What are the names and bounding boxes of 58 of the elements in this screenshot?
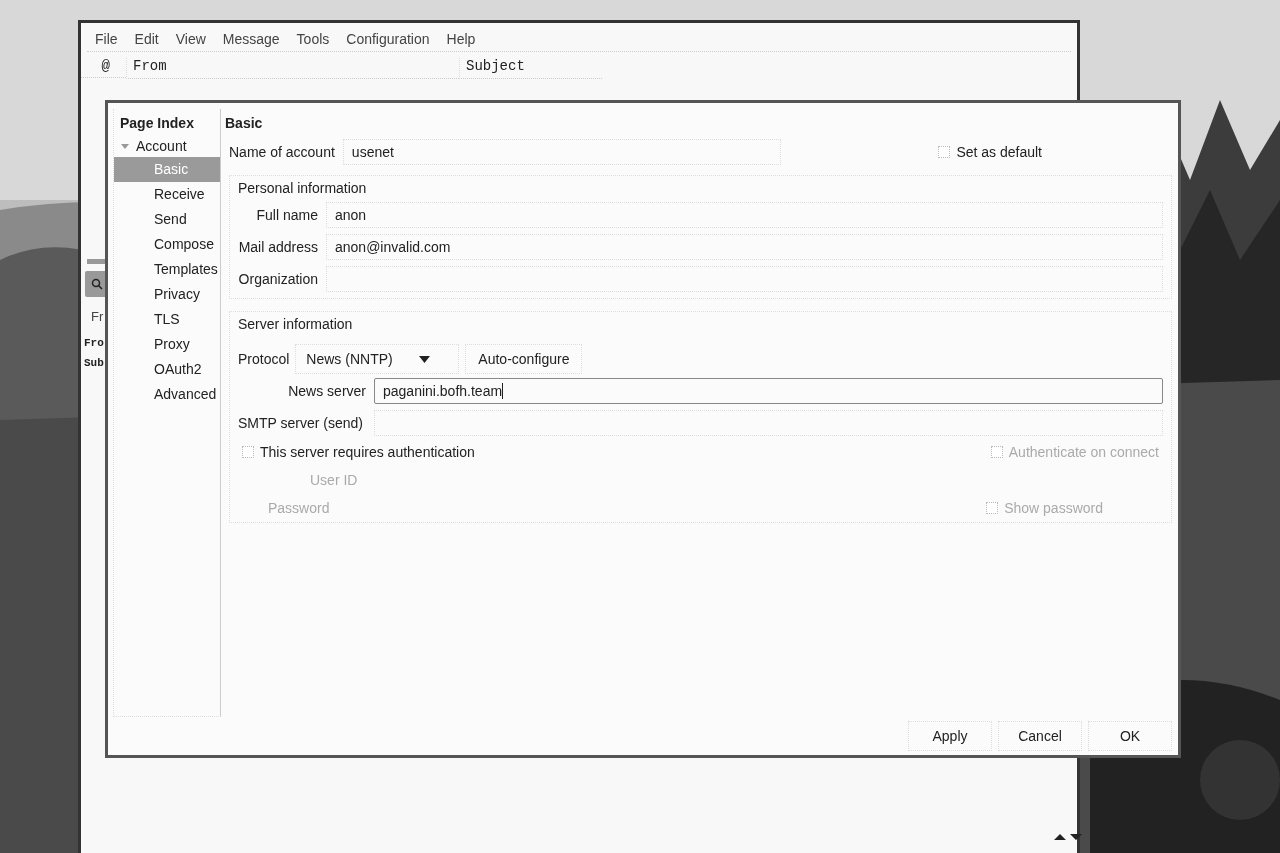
- column-header[interactable]: Subject: [459, 58, 602, 79]
- checkbox[interactable]: [938, 146, 951, 158]
- tree-item[interactable]: Send: [114, 207, 220, 232]
- menu-item[interactable]: Message: [222, 31, 280, 47]
- checkbox-label: Authenticate on connect: [1008, 444, 1159, 460]
- protocol-dropdown[interactable]: News (NNTP): [295, 344, 460, 374]
- dialog-button[interactable]: Apply: [908, 721, 992, 751]
- tree-item[interactable]: Receive: [114, 182, 220, 207]
- header-label: Fro: [84, 336, 104, 351]
- expander-icon[interactable]: [120, 141, 130, 151]
- checkbox-label: Set as default: [956, 144, 1042, 160]
- dialog-button[interactable]: Cancel: [998, 721, 1082, 751]
- tree-item[interactable]: OAuth2: [114, 357, 220, 382]
- column-header[interactable]: From: [126, 58, 459, 79]
- menu-item[interactable]: Configuration: [346, 31, 430, 47]
- field-label: Organization: [238, 271, 318, 287]
- field-label: Mail address: [238, 239, 318, 255]
- field-label: Protocol: [238, 351, 290, 367]
- pane-handle[interactable]: [87, 259, 107, 264]
- menu-item[interactable]: Edit: [134, 31, 159, 47]
- input-field[interactable]: usenet: [342, 139, 781, 165]
- field-label: SMTP server (send): [238, 415, 364, 431]
- input-field[interactable]: anon@invalid.com: [326, 234, 1163, 260]
- group-title: Personal information: [238, 180, 368, 196]
- menu-item[interactable]: Tools: [296, 31, 330, 47]
- menu-item[interactable]: View: [175, 31, 206, 47]
- input-field[interactable]: [374, 410, 1163, 436]
- field-label: Full name: [255, 207, 318, 223]
- checkbox-label: This server requires authentication: [260, 444, 475, 460]
- tree-item[interactable]: TLS: [114, 307, 220, 332]
- menu-item[interactable]: Help: [446, 31, 476, 47]
- dialog-button[interactable]: OK: [1088, 721, 1172, 751]
- field-label: User ID: [310, 472, 358, 488]
- checkbox-label: Show password: [1004, 500, 1103, 516]
- column-header[interactable]: @: [81, 58, 126, 78]
- input-field[interactable]: anon: [326, 202, 1163, 228]
- field-label: News server: [287, 383, 366, 399]
- tree-item[interactable]: Account: [136, 138, 187, 154]
- sidebar-title: Page Index: [119, 114, 195, 133]
- group-title: Server information: [238, 316, 354, 332]
- search-icon: [91, 278, 103, 290]
- tree-item[interactable]: Proxy: [114, 332, 220, 357]
- input-field[interactable]: paganini.bofh.team: [374, 378, 1163, 404]
- caret-icon: [419, 355, 431, 363]
- scroll-arrows-icon[interactable]: [1053, 831, 1083, 841]
- header-label: Sub: [84, 356, 104, 371]
- menu-item[interactable]: File: [95, 31, 118, 47]
- tree-item[interactable]: Templates: [114, 257, 220, 282]
- tree-item[interactable]: Advanced: [114, 382, 220, 407]
- checkbox[interactable]: [242, 446, 254, 458]
- page-heading: Basic: [225, 114, 264, 133]
- field-label: Name of account: [229, 144, 335, 160]
- tree-item[interactable]: Privacy: [114, 282, 220, 307]
- tab[interactable]: Fr: [91, 309, 104, 324]
- tree-item[interactable]: Compose: [114, 232, 220, 257]
- input-field[interactable]: [326, 266, 1163, 292]
- field-label: Password: [268, 500, 330, 516]
- auto-configure-button[interactable]: Auto-configure: [465, 344, 583, 374]
